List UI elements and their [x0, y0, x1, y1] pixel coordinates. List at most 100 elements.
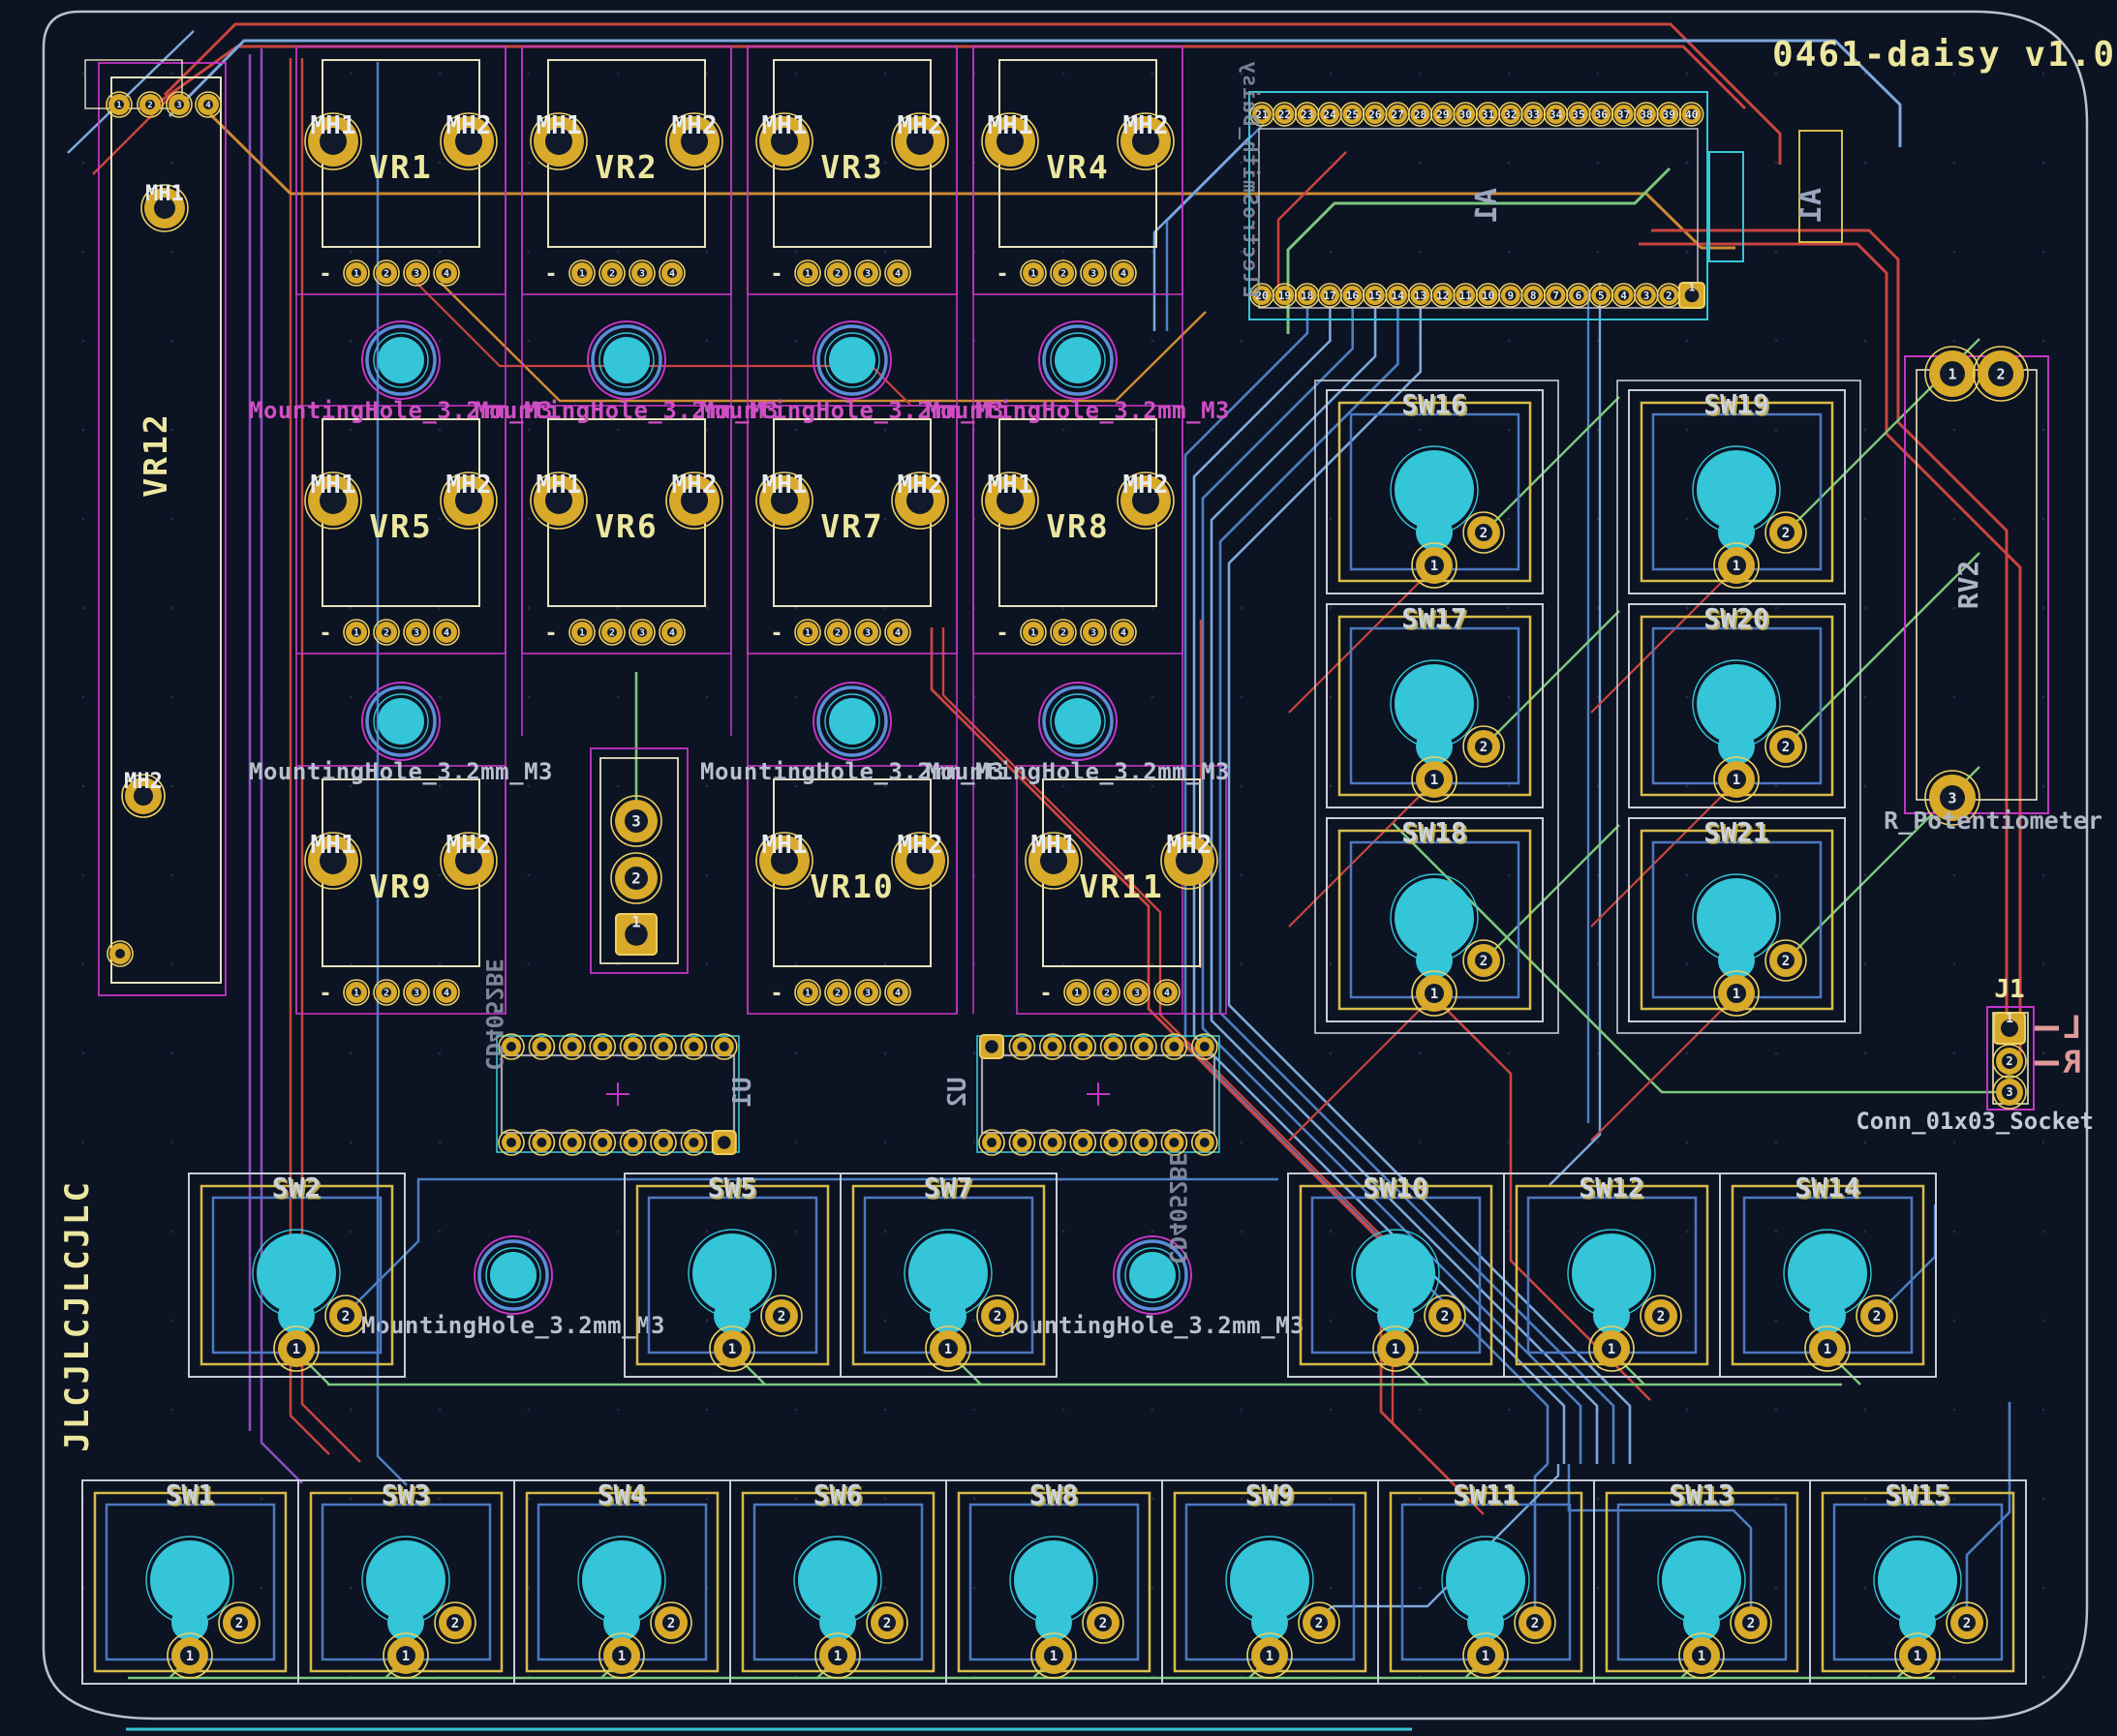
pad[interactable]: 4: [1111, 620, 1136, 645]
pad[interactable]: 33: [1521, 103, 1545, 126]
pad[interactable]: [1009, 1034, 1034, 1059]
pad[interactable]: [529, 1130, 554, 1155]
pad[interactable]: [1070, 1034, 1095, 1059]
pad[interactable]: [1192, 1130, 1217, 1155]
pad[interactable]: 3: [1635, 284, 1658, 307]
pad[interactable]: 2: [1993, 1045, 2026, 1078]
footprint-vr8[interactable]: MH1MH2VR8-1234: [973, 406, 1182, 654]
pad[interactable]: 2: [1425, 1295, 1465, 1336]
footprint-vr2[interactable]: MH1MH2VR2-1234: [522, 46, 731, 294]
pad[interactable]: [651, 1130, 676, 1155]
pad[interactable]: 2: [1765, 512, 1806, 553]
pad[interactable]: 2: [1974, 347, 2028, 401]
pad[interactable]: 1: [710, 1326, 754, 1371]
pad[interactable]: 24: [1318, 103, 1341, 126]
pad[interactable]: 3: [855, 980, 880, 1005]
pad[interactable]: 10: [1477, 284, 1500, 307]
pad[interactable]: 1: [569, 260, 595, 286]
pad[interactable]: [499, 1130, 524, 1155]
pad[interactable]: 11: [1454, 284, 1477, 307]
pad[interactable]: 1: [107, 92, 132, 117]
pad[interactable]: 29: [1431, 103, 1455, 126]
pad[interactable]: 1: [1714, 971, 1759, 1016]
pad[interactable]: 1: [344, 620, 369, 645]
footprint-jack-3pin[interactable]: 321: [591, 748, 688, 973]
pad[interactable]: [1131, 1130, 1156, 1155]
pad[interactable]: [1009, 1130, 1034, 1155]
pad[interactable]: 2: [825, 980, 850, 1005]
pad[interactable]: 1: [1895, 1633, 1940, 1678]
pad[interactable]: 2: [761, 1295, 802, 1336]
pad[interactable]: 15: [1364, 284, 1387, 307]
pad[interactable]: 2: [374, 620, 399, 645]
pad-square[interactable]: 1: [616, 912, 657, 955]
pad[interactable]: 13: [1408, 284, 1431, 307]
pad[interactable]: 1: [1589, 1326, 1634, 1371]
pad[interactable]: 4: [196, 92, 221, 117]
pad[interactable]: 17: [1318, 284, 1341, 307]
pad[interactable]: 36: [1589, 103, 1612, 126]
pad[interactable]: 7: [1545, 284, 1568, 307]
pad[interactable]: 2: [599, 620, 625, 645]
pad[interactable]: 3: [404, 620, 429, 645]
pad-square[interactable]: [713, 1131, 736, 1154]
switch-sw5[interactable]: SW5SW512: [625, 1172, 841, 1377]
footprint-vr1[interactable]: MH1MH2VR1-1234: [296, 46, 506, 294]
footprint-a1-socket[interactable]: 2120221923182417251626152714281329123011…: [1239, 60, 1842, 320]
pad[interactable]: [1161, 1034, 1186, 1059]
pad[interactable]: 2: [219, 1602, 260, 1643]
pad[interactable]: 4: [434, 980, 459, 1005]
pad[interactable]: 2: [867, 1602, 907, 1643]
pad[interactable]: 1: [1412, 971, 1457, 1016]
footprint-vr7[interactable]: MH1MH2VR7-1234: [748, 406, 957, 654]
pad[interactable]: 2: [1731, 1602, 1771, 1643]
pad[interactable]: 1: [569, 620, 595, 645]
pad[interactable]: 2: [1856, 1295, 1897, 1336]
pad[interactable]: 19: [1273, 284, 1296, 307]
pad[interactable]: 1: [344, 260, 369, 286]
switch-sw15[interactable]: SW15SW1512: [1810, 1478, 2026, 1684]
pad[interactable]: [529, 1034, 554, 1059]
pad[interactable]: 1: [1463, 1633, 1508, 1678]
pad[interactable]: 2: [651, 1602, 691, 1643]
pad[interactable]: 1: [1412, 543, 1457, 588]
pad[interactable]: 2: [138, 92, 163, 117]
pad[interactable]: 1: [344, 980, 369, 1005]
footprint-u2[interactable]: U2: [943, 1034, 1219, 1155]
pad[interactable]: [979, 1130, 1004, 1155]
pad[interactable]: 2: [1765, 940, 1806, 981]
pad[interactable]: [621, 1034, 646, 1059]
pad[interactable]: 16: [1340, 284, 1364, 307]
pad[interactable]: 2: [611, 853, 661, 903]
pad[interactable]: 3: [404, 980, 429, 1005]
pad[interactable]: 2: [374, 260, 399, 286]
switch-sw21[interactable]: SW21SW2112: [1629, 816, 1845, 1021]
pad[interactable]: 2: [1094, 980, 1120, 1005]
pad[interactable]: 4: [1154, 980, 1180, 1005]
pad[interactable]: 3: [167, 92, 192, 117]
pad[interactable]: 1: [795, 980, 820, 1005]
pad[interactable]: 3: [855, 620, 880, 645]
pad[interactable]: 40: [1680, 103, 1703, 126]
pad[interactable]: 2: [1051, 620, 1076, 645]
mounting-hole[interactable]: MountingHole_3.2mm_M3: [1000, 1236, 1304, 1339]
pad[interactable]: [560, 1034, 585, 1059]
pad[interactable]: [712, 1034, 737, 1059]
pad[interactable]: [1101, 1130, 1126, 1155]
pad[interactable]: 1: [1805, 1326, 1850, 1371]
pad[interactable]: 1: [1021, 260, 1046, 286]
pad[interactable]: 2: [1299, 1602, 1339, 1643]
pad[interactable]: 1: [795, 260, 820, 286]
switch-sw19[interactable]: SW19SW1912: [1629, 388, 1845, 594]
pad[interactable]: 4: [434, 620, 459, 645]
pad[interactable]: 22: [1273, 103, 1296, 126]
pad[interactable]: 4: [434, 260, 459, 286]
pad[interactable]: 1: [384, 1633, 428, 1678]
pad[interactable]: 2: [599, 260, 625, 286]
pad[interactable]: 38: [1635, 103, 1658, 126]
pad[interactable]: 2: [1463, 726, 1504, 767]
switch-sw4[interactable]: SW4SW412: [514, 1478, 730, 1684]
switch-sw9[interactable]: SW9SW912: [1162, 1478, 1378, 1684]
footprint-j1[interactable]: J1123LRConn_01x03_Socket: [1856, 975, 2094, 1135]
pad[interactable]: 4: [660, 620, 685, 645]
